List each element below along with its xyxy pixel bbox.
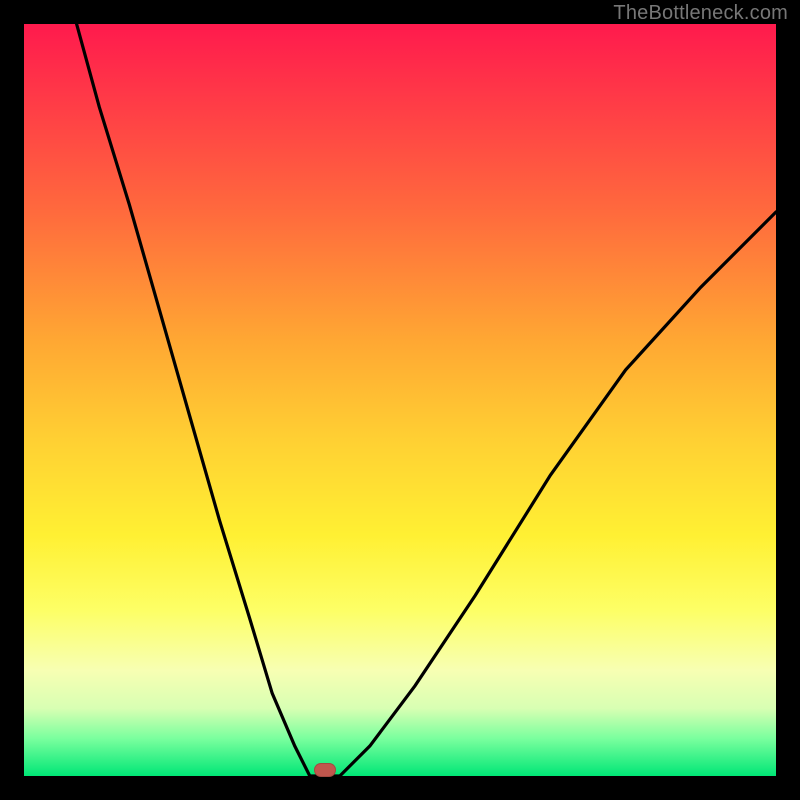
plot-area	[24, 24, 776, 776]
watermark-text: TheBottleneck.com	[613, 2, 788, 25]
curve-path	[77, 24, 776, 776]
chart-frame: TheBottleneck.com	[0, 0, 800, 800]
curve-svg	[24, 24, 776, 776]
valley-marker	[314, 763, 336, 777]
